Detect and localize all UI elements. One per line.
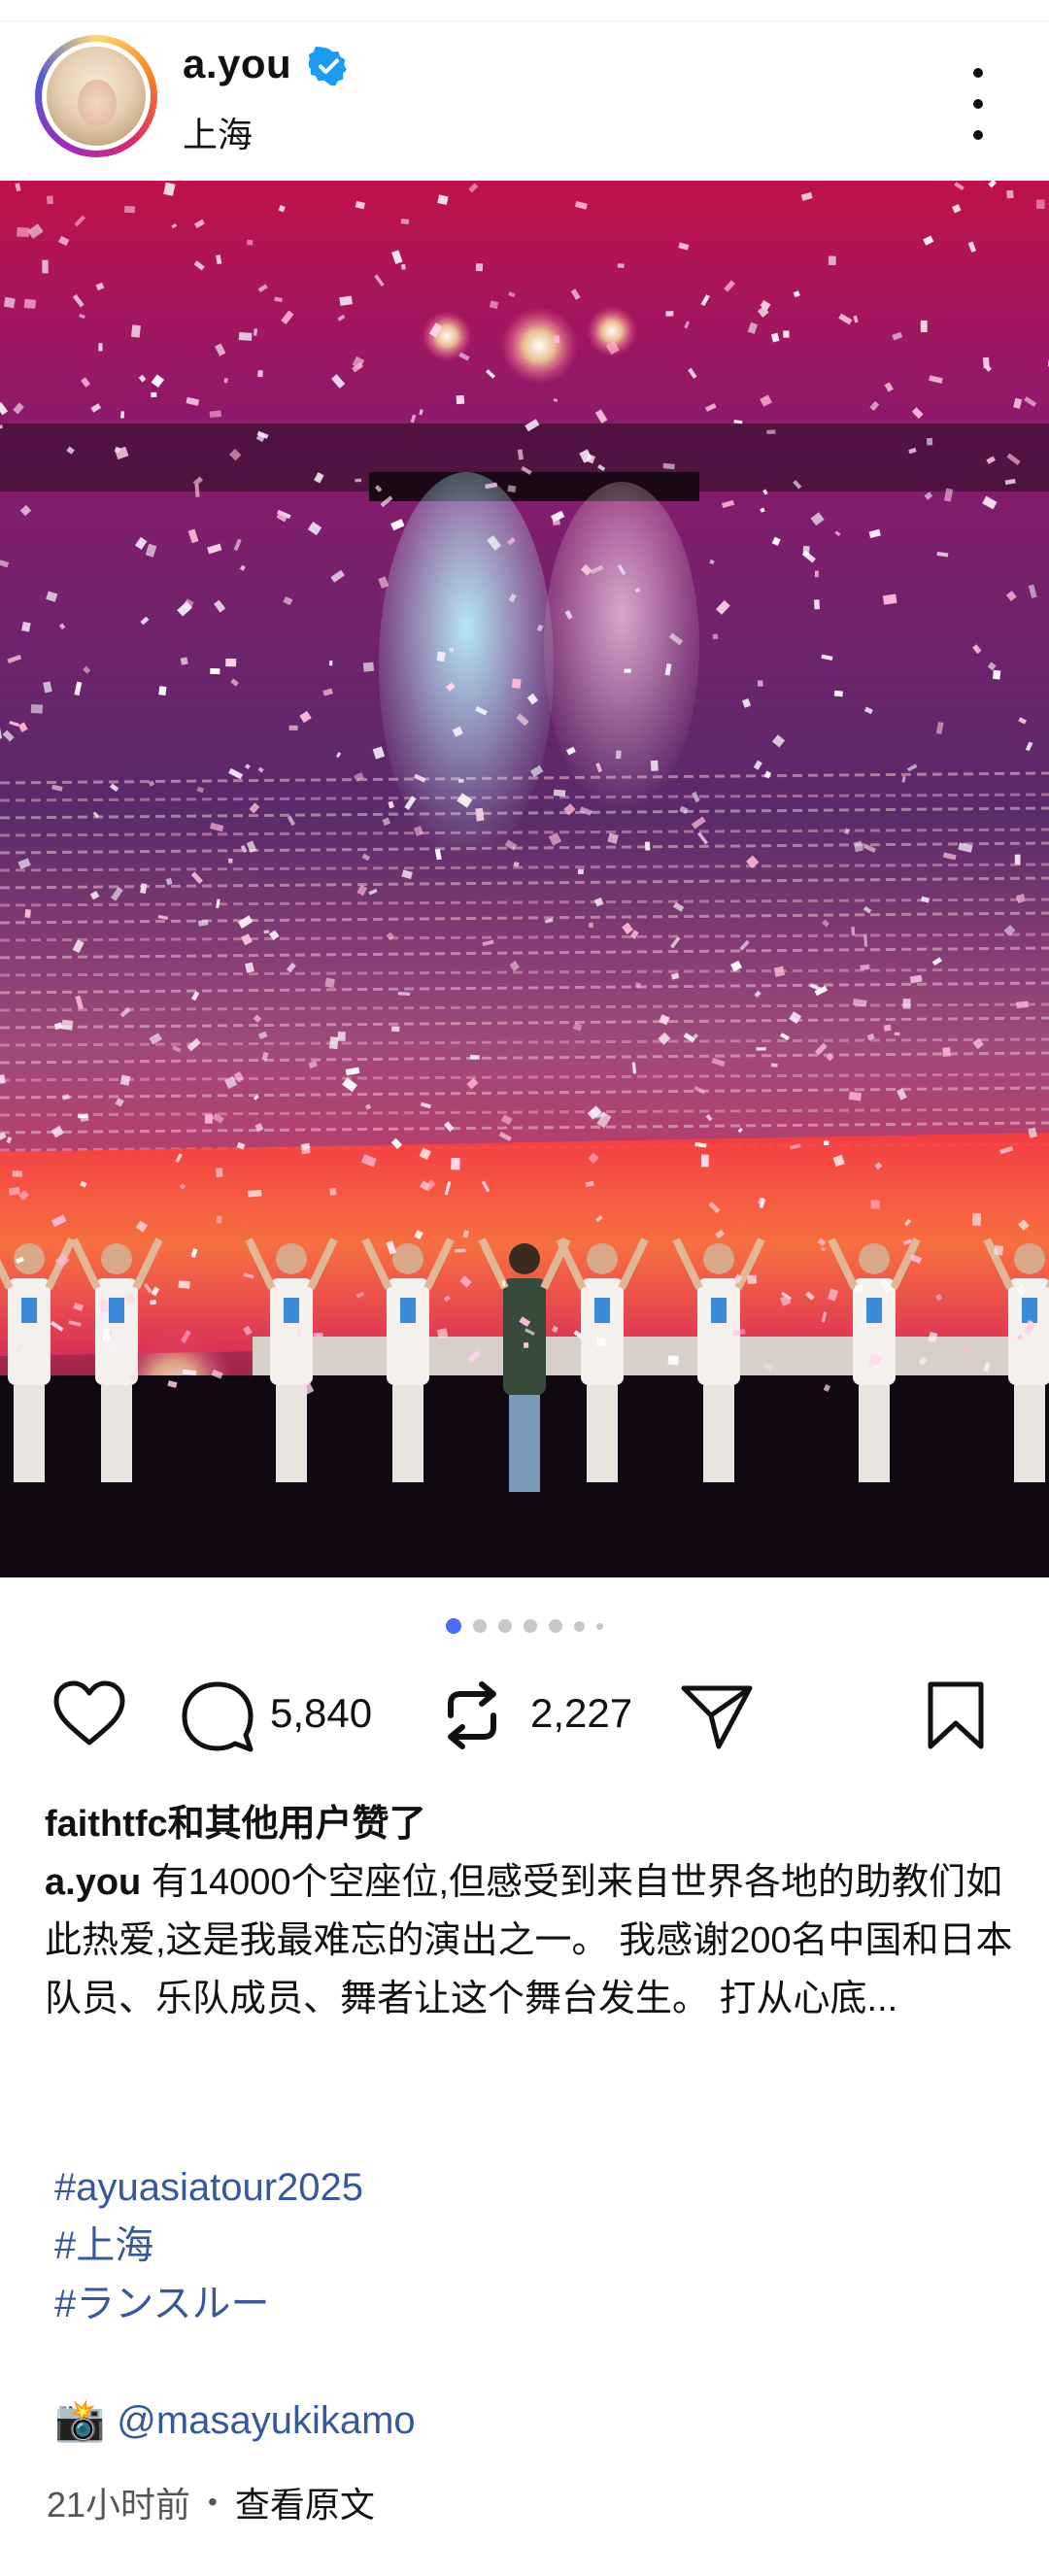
repost-count: 2,227	[530, 1690, 633, 1736]
comment-icon[interactable]	[181, 1680, 254, 1754]
avatar-photo	[47, 47, 146, 146]
share-send-icon[interactable]	[680, 1682, 754, 1750]
comment-count: 5,840	[270, 1690, 373, 1736]
username[interactable]: a.you	[183, 41, 291, 87]
action-bar: 5,840 2,227	[0, 1671, 1049, 1768]
likes-text[interactable]: faithtfc和其他用户赞了	[45, 1793, 426, 1847]
carousel-dot	[498, 1619, 512, 1633]
hashtag-link[interactable]: #ayuasiatour2025	[54, 2158, 363, 2217]
bookmark-icon[interactable]	[925, 1680, 987, 1750]
post-photo[interactable]	[0, 181, 1049, 1577]
carousel-dot	[574, 1620, 585, 1632]
like-heart-icon[interactable]	[52, 1680, 126, 1748]
carousel-indicator	[0, 1616, 1049, 1636]
more-options-icon[interactable]	[962, 68, 995, 140]
post-time: 21小时前	[47, 2485, 191, 2525]
view-original-link[interactable]: 查看原文	[235, 2477, 375, 2527]
carousel-dot	[473, 1619, 487, 1633]
carousel-dot	[524, 1619, 537, 1633]
carousel-dot-active	[446, 1618, 461, 1634]
carousel-dot	[596, 1622, 603, 1630]
caption-text: 有14000个空座位,但感受到来自世界各地的助教们如此热爱,这是我最难忘的演出之…	[45, 1862, 1013, 2019]
avatar[interactable]	[35, 35, 157, 157]
location[interactable]: 上海	[183, 107, 253, 157]
hashtag-list: #ayuasiatour2025 #上海 #ランスルー	[54, 2158, 363, 2333]
carousel-dot	[549, 1619, 562, 1633]
post-meta: 21小时前 • 查看原文	[47, 2477, 375, 2527]
photo-credit: 📸 @masayukikamo	[54, 2397, 416, 2445]
post-header: a.you 上海	[0, 21, 1049, 181]
credit-handle-link[interactable]: @masayukikamo	[117, 2399, 415, 2443]
repost-icon[interactable]	[437, 1680, 507, 1750]
verified-badge-icon	[309, 47, 347, 85]
top-divider	[0, 0, 1049, 22]
meta-separator: •	[208, 2487, 218, 2517]
caption[interactable]: a.you 有14000个空座位,但感受到来自世界各地的助教们如此热爱,这是我最…	[45, 1853, 1016, 2028]
hashtag-link[interactable]: #上海	[54, 2217, 363, 2275]
camera-flash-icon: 📸	[54, 2397, 106, 2443]
caption-username[interactable]: a.you	[45, 1862, 141, 1903]
hashtag-link[interactable]: #ランスルー	[54, 2275, 363, 2333]
